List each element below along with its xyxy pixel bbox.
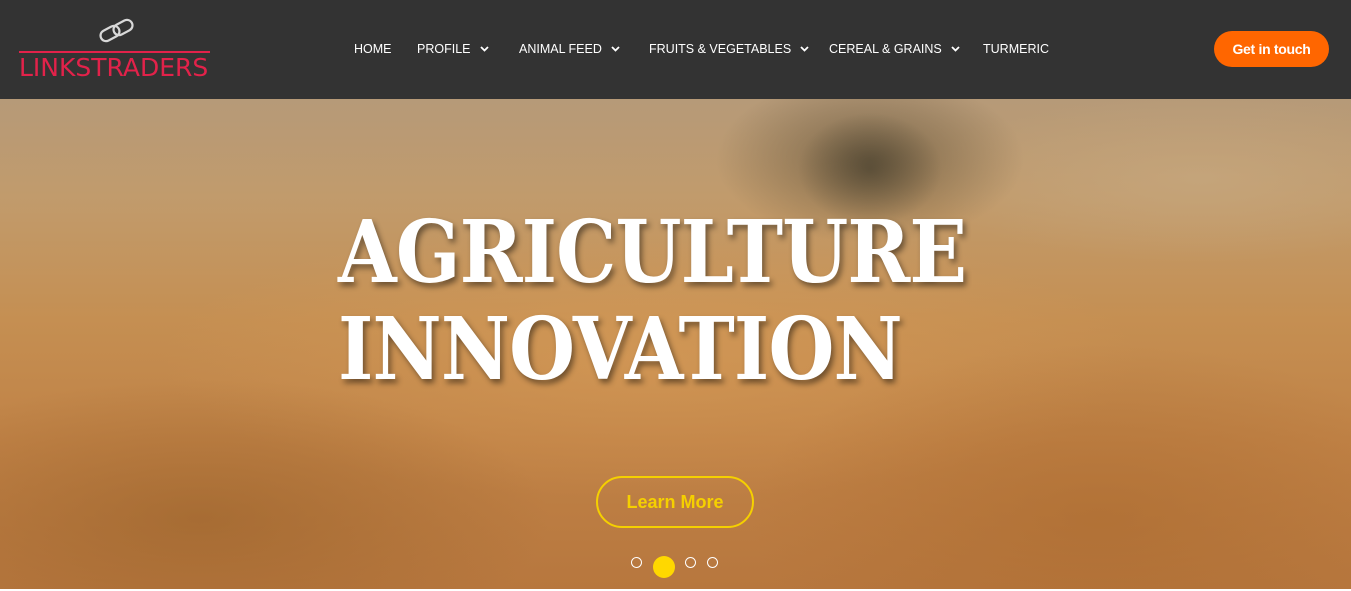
- chevron-down-icon: [951, 46, 960, 52]
- nav-label: PROFILE: [417, 42, 471, 56]
- chevron-down-icon: [611, 46, 620, 52]
- slide-dot-2-active[interactable]: [653, 556, 675, 578]
- chevron-down-icon: [479, 46, 489, 52]
- logo-text: LINKSTRADERS: [19, 53, 209, 82]
- chevron-down-icon: [800, 46, 809, 52]
- nav-item-cereal-grains[interactable]: CEREAL & GRAINS: [829, 40, 960, 58]
- chain-link-icon: [99, 18, 134, 43]
- hero-title: AGRICULTURE INNOVATION: [338, 204, 972, 398]
- nav-label: FRUITS & VEGETABLES: [649, 42, 792, 56]
- slide-dot-1[interactable]: [631, 557, 642, 568]
- nav-item-turmeric[interactable]: TURMERIC: [983, 40, 1049, 58]
- nav-label: CEREAL & GRAINS: [829, 42, 942, 56]
- nav-item-fruits-vegetables[interactable]: FRUITS & VEGETABLES: [649, 40, 809, 58]
- learn-more-button[interactable]: Learn More: [596, 476, 754, 528]
- nav-item-home[interactable]: HOME: [354, 40, 392, 58]
- site-header: LINKSTRADERS HOME PROFILE ANIMAL FEED FR…: [0, 0, 1351, 99]
- slide-dot-4[interactable]: [707, 557, 718, 568]
- site-logo[interactable]: LINKSTRADERS: [19, 16, 211, 82]
- nav-item-profile[interactable]: PROFILE: [417, 40, 489, 58]
- hero-slider: AGRICULTURE INNOVATION Learn More: [0, 99, 1351, 589]
- nav-label: TURMERIC: [983, 42, 1049, 56]
- nav-label: HOME: [354, 42, 392, 56]
- slider-pagination: [0, 554, 1351, 580]
- slide-dot-3[interactable]: [685, 557, 696, 568]
- hero-title-line-1: AGRICULTURE: [338, 202, 967, 303]
- nav-item-animal-feed[interactable]: ANIMAL FEED: [519, 40, 620, 58]
- hero-title-line-2: INNOVATION: [338, 299, 903, 400]
- nav-label: ANIMAL FEED: [519, 42, 602, 56]
- get-in-touch-button[interactable]: Get in touch: [1214, 31, 1329, 67]
